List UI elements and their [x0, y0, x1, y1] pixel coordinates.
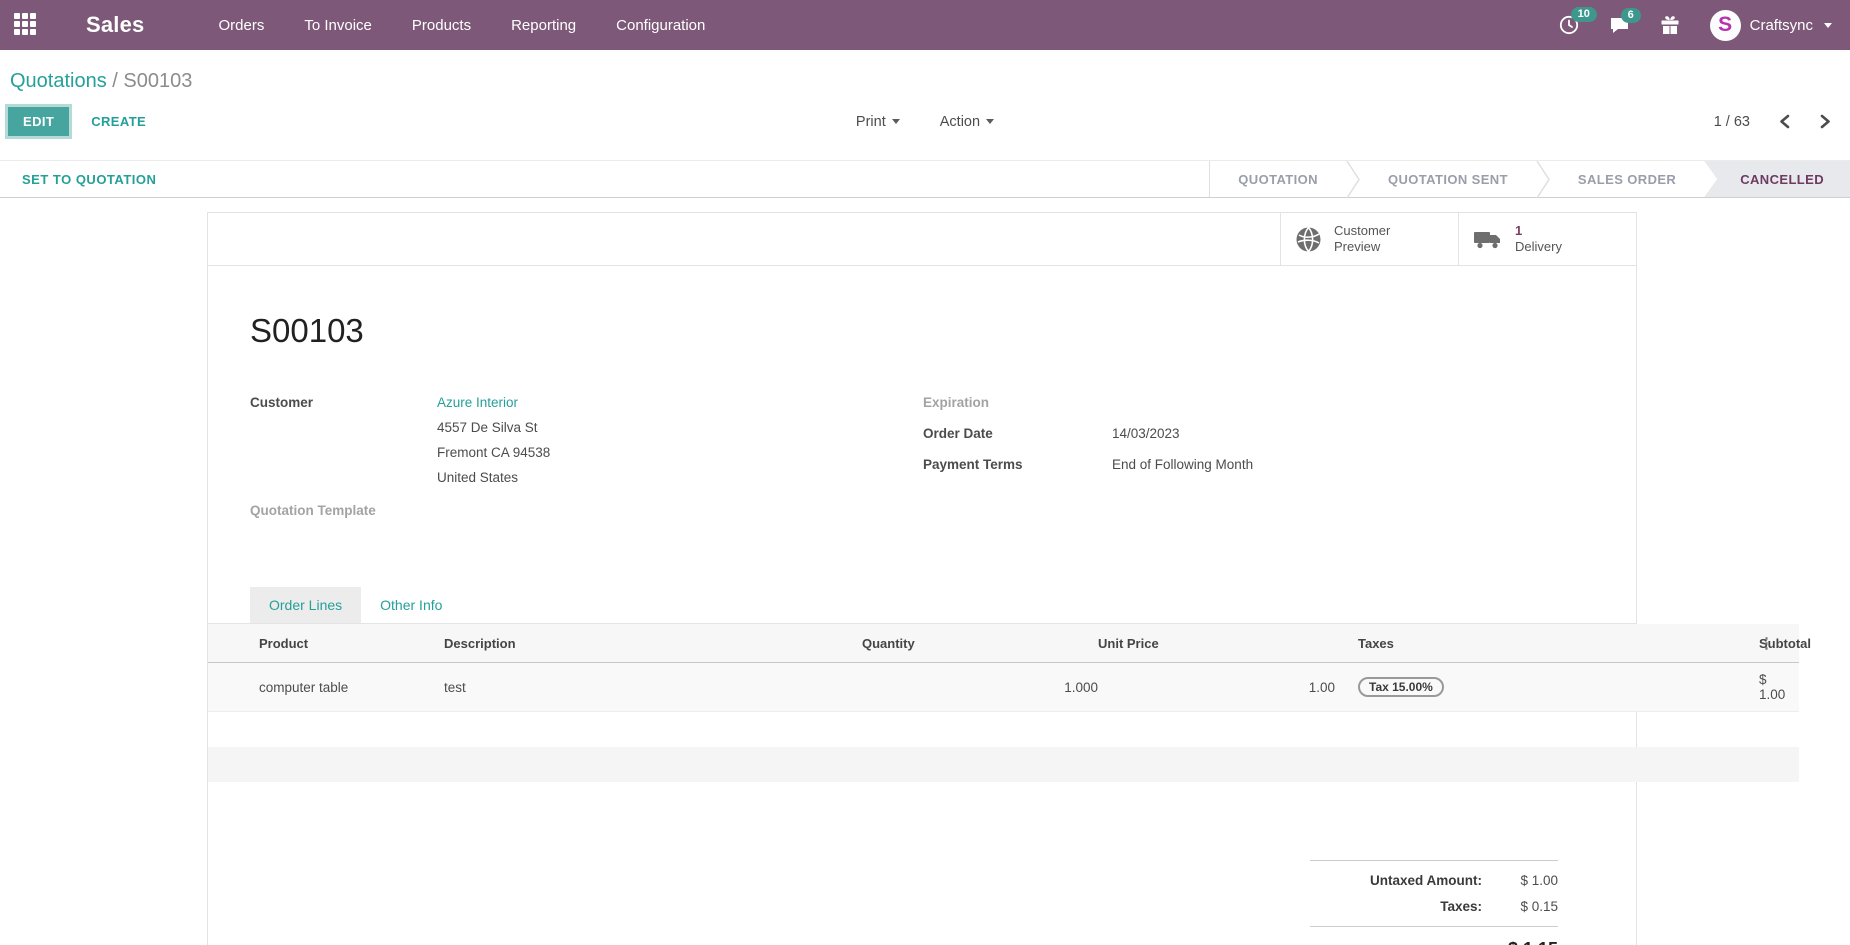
notebook-tabs: Order Lines Other Info: [208, 587, 1636, 624]
main-menu: Orders To Invoice Products Reporting Con…: [217, 13, 708, 38]
navbar-right: 10 6 S Craftsync: [1559, 10, 1832, 41]
menu-reporting[interactable]: Reporting: [509, 13, 578, 38]
form-sheet: S00103 Customer Azure Interior 4557 De S…: [208, 266, 1636, 945]
address-line: 4557 De Silva St: [437, 415, 550, 440]
activity-clock-icon[interactable]: 10: [1559, 15, 1579, 35]
action-dropdown[interactable]: Action: [940, 114, 994, 130]
user-menu[interactable]: S Craftsync: [1710, 10, 1832, 41]
payment-terms-value: End of Following Month: [1112, 452, 1253, 477]
taxes-value: $ 0.15: [1482, 899, 1558, 914]
chevron-down-icon: [986, 119, 994, 124]
globe-icon: [1295, 226, 1322, 253]
smart-button-box: Customer Preview 1 Delivery: [208, 213, 1636, 266]
smart-button-label: Delivery: [1515, 239, 1562, 255]
menu-configuration[interactable]: Configuration: [614, 13, 707, 38]
address-line: Fremont CA 94538: [437, 440, 550, 465]
customer-link[interactable]: Azure Interior: [437, 390, 550, 415]
messages-icon[interactable]: 6: [1609, 16, 1630, 35]
payment-terms-label: Payment Terms: [923, 452, 1112, 477]
empty-table-row: [208, 747, 1799, 782]
column-unit-price[interactable]: Unit Price: [1098, 624, 1335, 663]
statusbar: SET TO QUOTATION QUOTATION QUOTATION SEN…: [0, 160, 1850, 198]
address-line: United States: [437, 465, 550, 490]
empty-table-row: [208, 712, 1799, 747]
menu-products[interactable]: Products: [410, 13, 473, 38]
customer-label: Customer: [250, 390, 437, 490]
order-date-value: 14/03/2023: [1112, 421, 1180, 446]
stage-cancelled[interactable]: CANCELLED: [1704, 161, 1850, 197]
delivery-button[interactable]: 1 Delivery: [1458, 213, 1636, 265]
document-title: S00103: [250, 312, 1595, 350]
column-quantity[interactable]: Quantity: [862, 624, 1098, 663]
user-name: Craftsync: [1750, 17, 1813, 34]
stage-separator: [1536, 161, 1550, 197]
messages-count-badge: 6: [1621, 8, 1641, 23]
cell-product[interactable]: computer table: [208, 663, 444, 712]
app-name[interactable]: Sales: [86, 12, 145, 38]
breadcrumb-current: S00103: [123, 70, 192, 92]
column-taxes[interactable]: Taxes: [1335, 624, 1759, 663]
cell-taxes: Tax 15.00%: [1335, 663, 1759, 712]
gift-icon[interactable]: [1660, 15, 1680, 35]
top-navbar: Sales Orders To Invoice Products Reporti…: [0, 0, 1850, 50]
edit-button[interactable]: EDIT: [8, 107, 69, 136]
stage-quotation-sent[interactable]: QUOTATION SENT: [1360, 161, 1536, 197]
pager-count: 1 / 63: [1714, 114, 1750, 130]
control-panel: EDIT CREATE Print Action 1 / 63: [0, 97, 1850, 152]
pager-next-icon[interactable]: [1819, 114, 1832, 129]
breadcrumb: Quotations / S00103: [0, 50, 1850, 97]
menu-orders[interactable]: Orders: [217, 13, 267, 38]
statusbar-stages: QUOTATION QUOTATION SENT SALES ORDER CAN…: [1209, 161, 1850, 197]
breadcrumb-separator: /: [112, 70, 118, 92]
customer-preview-button[interactable]: Customer Preview: [1280, 213, 1458, 265]
column-description[interactable]: Description: [444, 624, 862, 663]
stage-sales-order[interactable]: SALES ORDER: [1550, 161, 1704, 197]
stage-separator: [1346, 161, 1360, 197]
untaxed-amount-value: $ 1.00: [1482, 873, 1558, 888]
form-card: Customer Preview 1 Delivery S00103 Custo: [207, 212, 1637, 945]
chevron-down-icon: [1824, 23, 1832, 28]
tab-other-info[interactable]: Other Info: [361, 587, 461, 623]
avatar: S: [1710, 10, 1741, 41]
totals-divider: [1310, 926, 1558, 927]
cell-description[interactable]: test: [444, 663, 862, 712]
taxes-label: Taxes:: [1440, 899, 1482, 914]
smart-button-label: Customer Preview: [1334, 223, 1414, 255]
totals-block: Untaxed Amount: $ 1.00 Taxes: $ 0.15 Tot…: [1310, 860, 1558, 945]
table-header-row: Product Description Quantity Unit Price …: [208, 624, 1799, 663]
activity-count-badge: 10: [1571, 7, 1597, 22]
order-lines-table: Product Description Quantity Unit Price …: [208, 624, 1799, 782]
truck-icon: [1473, 227, 1503, 251]
untaxed-amount-label: Untaxed Amount:: [1370, 873, 1482, 888]
expiration-label: Expiration: [923, 390, 1112, 415]
cell-unit-price[interactable]: 1.00: [1098, 663, 1335, 712]
smart-button-value: 1: [1515, 223, 1562, 239]
menu-to-invoice[interactable]: To Invoice: [302, 13, 374, 38]
tab-order-lines[interactable]: Order Lines: [250, 587, 361, 623]
create-button[interactable]: CREATE: [91, 114, 146, 129]
pager: 1 / 63: [1714, 114, 1832, 130]
apps-grid-icon[interactable]: [14, 13, 38, 37]
breadcrumb-quotations[interactable]: Quotations: [10, 70, 107, 92]
stage-quotation[interactable]: QUOTATION: [1210, 161, 1346, 197]
order-date-label: Order Date: [923, 421, 1112, 446]
pager-previous-icon[interactable]: [1778, 114, 1791, 129]
quotation-template-label: Quotation Template: [250, 498, 437, 523]
order-line-row[interactable]: computer table test 1.000 1.00 Tax 15.00…: [208, 663, 1799, 712]
tax-badge[interactable]: Tax 15.00%: [1358, 677, 1444, 697]
total-value: $ 1.15: [1468, 939, 1558, 945]
chevron-down-icon: [892, 119, 900, 124]
cell-quantity[interactable]: 1.000: [862, 663, 1098, 712]
column-product[interactable]: Product: [208, 624, 444, 663]
set-to-quotation-button[interactable]: SET TO QUOTATION: [0, 172, 156, 187]
optional-columns-toggle-icon[interactable]: ⋮: [1759, 635, 1774, 652]
print-dropdown[interactable]: Print: [856, 114, 900, 130]
